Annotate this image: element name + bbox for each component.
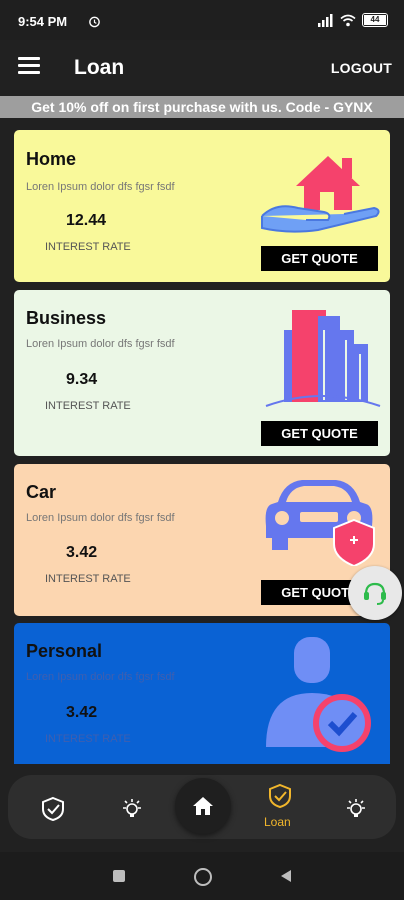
- support-button[interactable]: [348, 566, 402, 620]
- lightbulb-icon: [347, 799, 365, 817]
- get-quote-button[interactable]: GET QUOTE: [261, 246, 378, 271]
- status-bar: 9:54 PM 44: [0, 0, 404, 40]
- card-description: Loren Ipsum dolor dfs fgsr fsdf: [26, 512, 175, 524]
- loan-card-business[interactable]: Business Loren Ipsum dolor dfs fgsr fsdf…: [14, 290, 390, 456]
- interest-rate-label: INTEREST RATE: [45, 400, 131, 412]
- system-nav-bar: [0, 852, 404, 900]
- interest-rate-label: INTEREST RATE: [45, 733, 131, 745]
- card-description: Loren Ipsum dolor dfs fgsr fsdf: [26, 338, 175, 350]
- page-title: Loan: [74, 56, 125, 79]
- card-title: Personal: [26, 641, 103, 661]
- battery-level: 44: [364, 15, 386, 25]
- status-time: 9:54 PM: [18, 14, 68, 29]
- alarm-icon: [89, 16, 100, 28]
- home-icon: [193, 797, 213, 815]
- car-shield-icon: [265, 480, 375, 566]
- card-description: Loren Ipsum dolor dfs fgsr fsdf: [26, 671, 175, 683]
- interest-rate-value: 3.42: [66, 704, 98, 721]
- card-title: Business: [26, 308, 107, 328]
- card-description: Loren Ipsum dolor dfs fgsr fsdf: [26, 181, 175, 193]
- house-in-hand-icon: [261, 156, 380, 233]
- promo-banner: Get 10% off on first purchase with us. C…: [0, 96, 404, 118]
- person-check-icon: [266, 637, 371, 752]
- nav-home-button[interactable]: [175, 778, 231, 834]
- card-title: Home: [26, 149, 77, 169]
- loan-card-list[interactable]: Home Loren Ipsum dolor dfs fgsr fsdf 12.…: [0, 118, 404, 764]
- interest-rate-value: 9.34: [66, 371, 98, 388]
- logout-button[interactable]: LOGOUT: [331, 60, 392, 76]
- interest-rate-label: INTEREST RATE: [45, 241, 131, 253]
- recents-button[interactable]: [113, 870, 125, 882]
- menu-button[interactable]: [18, 57, 40, 77]
- signal-icon: [318, 13, 333, 27]
- menu-icon-line: [18, 71, 40, 74]
- back-icon[interactable]: [279, 869, 293, 883]
- interest-rate-value: 3.42: [66, 544, 98, 561]
- get-quote-button[interactable]: GET QUOTE: [261, 421, 378, 446]
- nav-item-policy[interactable]: [34, 775, 74, 839]
- menu-icon-line: [18, 57, 40, 60]
- headset-icon: [364, 582, 386, 605]
- shield-check-icon: [42, 796, 64, 822]
- nav-item-loan[interactable]: Loan: [258, 775, 302, 839]
- interest-rate-value: 12.44: [66, 212, 107, 229]
- card-title: Car: [26, 482, 57, 502]
- buildings-icon: [265, 310, 381, 407]
- nav-item-ideas[interactable]: [112, 775, 152, 839]
- wifi-icon: [340, 14, 356, 26]
- home-system-button[interactable]: [194, 868, 212, 886]
- interest-rate-label: INTEREST RATE: [45, 573, 131, 585]
- nav-item-label: Loan: [264, 815, 291, 829]
- loan-card-car[interactable]: Car Loren Ipsum dolor dfs fgsr fsdf 3.42…: [14, 464, 390, 616]
- lightbulb-icon: [123, 799, 141, 817]
- battery-icon: 44: [362, 13, 388, 27]
- shield-check-icon: [269, 783, 291, 809]
- loan-card-home[interactable]: Home Loren Ipsum dolor dfs fgsr fsdf 12.…: [14, 130, 390, 282]
- nav-item-tips[interactable]: [336, 775, 376, 839]
- menu-icon-line: [18, 64, 40, 67]
- status-icons: 44: [318, 13, 388, 27]
- loan-card-personal[interactable]: Personal Loren Ipsum dolor dfs fgsr fsdf…: [14, 623, 390, 764]
- app-bar: Loan LOGOUT: [0, 40, 404, 96]
